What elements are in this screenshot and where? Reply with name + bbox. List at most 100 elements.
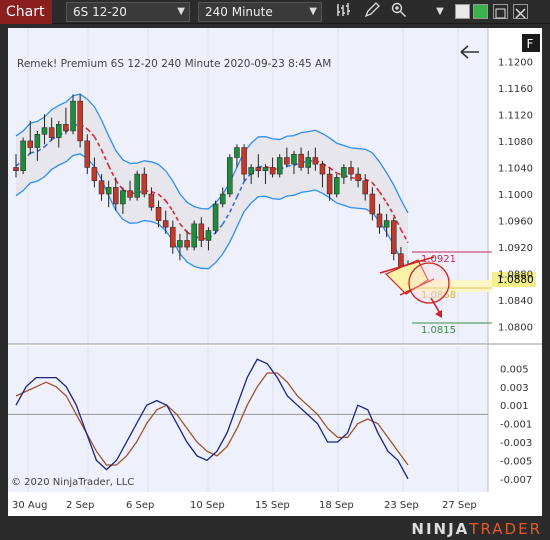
footer: NINJATRADER xyxy=(0,516,550,540)
price-tick-label: 1.1200 xyxy=(498,57,533,68)
candle-body xyxy=(113,187,119,205)
date-tick-label: 2 Sep xyxy=(66,500,94,511)
osc-tick-label: 0.001 xyxy=(500,401,529,412)
price-tick-label: 1.1080 xyxy=(498,137,533,148)
candle-body xyxy=(127,190,133,198)
price-tick-label: 1.0960 xyxy=(498,217,533,228)
instrument-selector[interactable]: 6S 12-20 ▼ xyxy=(66,2,190,22)
candle-body xyxy=(77,100,83,142)
candle-body xyxy=(248,167,254,175)
osc-tick-label: -0.003 xyxy=(500,438,532,449)
chart-panel[interactable]: Remek! Premium 6S 12-20 240 Minute 2020-… xyxy=(8,28,542,516)
candle-body xyxy=(390,220,397,254)
candle-body xyxy=(184,240,190,248)
candle-body xyxy=(134,173,140,198)
candle-body xyxy=(34,134,41,148)
candle-body xyxy=(84,140,91,168)
maximize-button[interactable] xyxy=(493,4,508,19)
candle-body xyxy=(234,147,240,158)
price-tick-label: 1.1000 xyxy=(498,190,533,201)
chart-window: Chart 6S 12-20 ▼ 240 Minute ▼ ▼ Remek! P… xyxy=(0,0,550,540)
osc-tick-label: -0.005 xyxy=(500,456,532,467)
candle-body xyxy=(348,167,354,175)
candle-body xyxy=(212,203,219,231)
candle-body xyxy=(56,124,62,138)
price-tick-label: 1.0840 xyxy=(498,296,533,307)
candle-body xyxy=(326,173,333,195)
lower-level-label: 1.0815 xyxy=(421,325,456,336)
candle-body xyxy=(376,213,383,228)
candle-body xyxy=(177,240,183,248)
candle-body xyxy=(13,167,19,172)
interval-label: 240 Minute xyxy=(205,5,273,19)
chevron-down-icon[interactable]: ▼ xyxy=(430,2,450,22)
candle-body xyxy=(362,180,368,195)
chart-tab[interactable]: Chart xyxy=(0,0,52,24)
candle-body xyxy=(262,167,269,172)
candle-body xyxy=(227,157,233,195)
price-chart[interactable]: Remek! Premium 6S 12-20 240 Minute 2020-… xyxy=(8,28,542,516)
date-tick-label: 6 Sep xyxy=(126,500,154,511)
price-tick-label: 1.0920 xyxy=(498,243,533,254)
zoom-icon[interactable] xyxy=(389,2,409,22)
ninjatrader-logo: NINJATRADER xyxy=(411,520,542,538)
date-tick-label: 18 Sep xyxy=(319,500,354,511)
price-tick-label: 1.0880 xyxy=(498,270,533,281)
close-button[interactable] xyxy=(513,4,528,19)
instrument-label: 6S 12-20 xyxy=(73,5,127,19)
candle-body xyxy=(276,157,283,175)
bar-chart-icon[interactable] xyxy=(334,2,354,22)
green-theme-button[interactable] xyxy=(473,4,488,19)
price-tick-label: 1.1120 xyxy=(498,110,533,121)
toolbar: Chart 6S 12-20 ▼ 240 Minute ▼ ▼ xyxy=(0,0,550,24)
candle-body xyxy=(369,193,376,215)
candle-body xyxy=(291,153,297,165)
f-button-label: F xyxy=(527,37,534,51)
osc-tick-label: 0.003 xyxy=(500,383,529,394)
candle-body xyxy=(341,167,347,178)
candle-body xyxy=(48,127,55,138)
candle-body xyxy=(383,220,390,228)
osc-tick-label: 0.005 xyxy=(500,364,529,375)
candle-body xyxy=(219,193,226,205)
candle-body xyxy=(105,187,112,195)
candle-body xyxy=(333,177,340,195)
candle-body xyxy=(155,207,162,221)
circle-annotation[interactable] xyxy=(408,262,450,304)
candle-body xyxy=(148,193,155,208)
price-tick-label: 1.1040 xyxy=(498,163,533,174)
interval-selector[interactable]: 240 Minute ▼ xyxy=(198,2,322,22)
candle-body xyxy=(241,147,247,175)
candle-body xyxy=(141,173,148,195)
candle-body xyxy=(255,167,262,172)
candle-body xyxy=(20,140,26,172)
candle-body xyxy=(170,226,176,248)
chart-info-label: Remek! Premium 6S 12-20 240 Minute 2020-… xyxy=(17,58,331,70)
candle-body xyxy=(63,124,69,132)
candle-body xyxy=(70,100,76,132)
white-theme-button[interactable] xyxy=(455,4,470,19)
date-tick-label: 27 Sep xyxy=(442,500,477,511)
candle-body xyxy=(41,127,48,135)
candle-body xyxy=(91,167,98,181)
candle-body xyxy=(305,157,311,168)
candle-body xyxy=(162,220,169,228)
candle-body xyxy=(27,140,34,148)
candle-body xyxy=(319,163,326,175)
chevron-down-icon: ▼ xyxy=(177,6,185,17)
candle-body xyxy=(205,230,212,241)
candle-body xyxy=(191,223,197,248)
candle-body xyxy=(269,167,276,175)
price-tick-label: 1.1160 xyxy=(498,84,533,95)
candle-body xyxy=(312,157,319,165)
date-tick-label: 23 Sep xyxy=(384,500,419,511)
candle-body xyxy=(120,190,126,205)
candle-body xyxy=(198,223,205,241)
candle-body xyxy=(284,157,290,165)
chevron-down-icon: ▼ xyxy=(309,6,317,17)
osc-tick-label: -0.007 xyxy=(500,475,532,486)
date-tick-label: 15 Sep xyxy=(255,500,290,511)
candle-body xyxy=(398,253,404,268)
copyright-label: © 2020 NinjaTrader, LLC xyxy=(11,477,134,488)
pencil-icon[interactable] xyxy=(362,2,382,22)
